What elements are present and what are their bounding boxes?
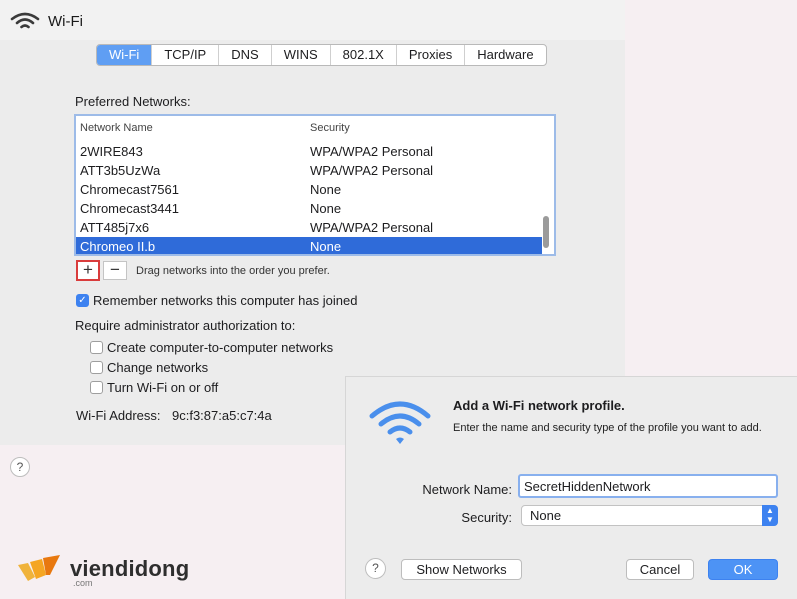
table-row[interactable]: ATT3b5UzWa WPA/WPA2 Personal [76, 161, 542, 180]
preferred-networks-table[interactable]: Network Name Security 2WIRE843 WPA/WPA2 … [74, 114, 556, 256]
network-name-input[interactable] [518, 474, 778, 498]
network-name: Chromeo II.b [80, 239, 156, 254]
create-network-checkbox[interactable] [90, 341, 103, 354]
minus-icon: − [110, 260, 120, 279]
remember-networks-checkbox[interactable]: ✓ [76, 294, 89, 307]
toggle-wifi-label: Turn Wi-Fi on or off [107, 380, 219, 395]
panel-title: Wi-Fi [48, 13, 83, 30]
tab-hardware[interactable]: Hardware [464, 45, 545, 65]
network-name: 2WIRE843 [80, 144, 143, 159]
plus-icon: + [83, 260, 93, 279]
change-networks-checkbox[interactable] [90, 361, 103, 374]
remember-networks-label: Remember networks this computer has join… [93, 293, 358, 308]
dialog-help-button[interactable]: ? [365, 558, 386, 579]
preferences-header [0, 0, 625, 40]
dialog-title: Add a Wi-Fi network profile. [453, 398, 625, 413]
security-value: None [530, 508, 562, 523]
security-label: Security: [461, 510, 512, 525]
checkmark-icon: ✓ [78, 295, 87, 306]
change-networks-label: Change networks [107, 360, 209, 375]
help-icon: ? [16, 460, 24, 474]
create-network-label: Create computer-to-computer networks [107, 340, 334, 355]
network-security: None [310, 239, 342, 254]
column-header-security[interactable]: Security [310, 122, 350, 134]
tab-wins[interactable]: WINS [270, 45, 330, 65]
table-scrollbar[interactable] [540, 140, 552, 252]
table-row[interactable]: 2WIRE843 WPA/WPA2 Personal [76, 142, 542, 161]
network-security: WPA/WPA2 Personal [310, 163, 434, 178]
add-network-profile-dialog: Add a Wi-Fi network profile. Enter the n… [345, 376, 797, 599]
network-name: Chromecast3441 [80, 201, 179, 216]
updown-arrows-icon: ▲ ▼ [762, 505, 778, 526]
network-security: WPA/WPA2 Personal [310, 220, 434, 235]
wifi-address-value: 9c:f3:87:a5:c7:4a [172, 408, 272, 423]
ok-button[interactable]: OK [708, 559, 778, 580]
table-row[interactable]: ATT485j7x6 WPA/WPA2 Personal [76, 218, 542, 237]
cancel-button[interactable]: Cancel [626, 559, 694, 580]
wifi-large-icon [368, 398, 432, 453]
wifi-icon [9, 11, 41, 38]
add-network-button[interactable]: + [76, 260, 100, 281]
admin-authorization-label: Require administrator authorization to: [75, 318, 296, 333]
network-name: ATT485j7x6 [80, 220, 150, 235]
table-row[interactable]: Chromecast3441 None [76, 199, 542, 218]
network-name: ATT3b5UzWa [80, 163, 161, 178]
help-button[interactable]: ? [10, 457, 30, 477]
network-security: None [310, 201, 342, 216]
table-row-selected[interactable]: Chromeo II.b None [76, 237, 542, 254]
column-header-name[interactable]: Network Name [80, 122, 153, 134]
network-name: Chromecast7561 [80, 182, 179, 197]
security-select[interactable]: None ▲ ▼ [521, 505, 778, 526]
tab-tcpip[interactable]: TCP/IP [151, 45, 218, 65]
help-icon: ? [372, 561, 379, 575]
network-security: WPA/WPA2 Personal [310, 144, 434, 159]
show-networks-button[interactable]: Show Networks [401, 559, 522, 580]
remove-network-button[interactable]: − [103, 261, 127, 280]
wifi-address-label: Wi-Fi Address: [76, 408, 161, 423]
tab-8021x[interactable]: 802.1X [329, 45, 396, 65]
table-row[interactable]: Chromecast7561 None [76, 180, 542, 199]
tab-wifi[interactable]: Wi-Fi [97, 45, 152, 65]
toggle-wifi-checkbox[interactable] [90, 381, 103, 394]
drag-hint-text: Drag networks into the order you prefer. [136, 265, 330, 277]
scrollbar-thumb[interactable] [543, 216, 549, 248]
preferred-networks-label: Preferred Networks: [75, 94, 191, 109]
logo-subtext: .com [73, 578, 93, 588]
tab-bar: Wi-Fi TCP/IP DNS WINS 802.1X Proxies Har… [96, 44, 547, 66]
tab-proxies[interactable]: Proxies [395, 45, 464, 65]
network-name-label: Network Name: [422, 482, 512, 497]
tab-dns[interactable]: DNS [218, 45, 270, 65]
dialog-description: Enter the name and security type of the … [453, 422, 762, 434]
logo-mark-icon [16, 553, 66, 590]
network-security: None [310, 182, 342, 197]
